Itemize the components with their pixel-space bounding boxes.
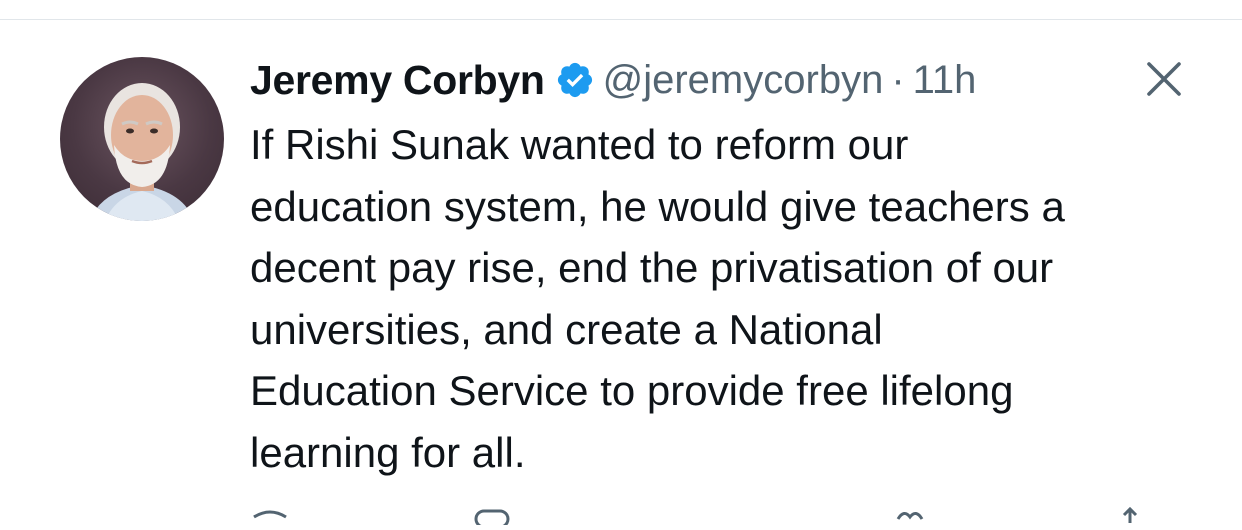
- author-name[interactable]: Jeremy Corbyn: [250, 57, 545, 104]
- reply-icon[interactable]: [250, 505, 290, 525]
- avatar-image: [90, 83, 194, 221]
- share-icon[interactable]: [1110, 505, 1150, 525]
- top-divider: [0, 19, 1242, 20]
- author-handle[interactable]: @jeremycorbyn: [603, 58, 884, 103]
- tweet-actions: [250, 505, 1150, 529]
- retweet-icon[interactable]: [472, 505, 512, 529]
- tweet-header: Jeremy Corbyn @jeremycorbyn · 11h: [250, 52, 976, 108]
- tweet-text: If Rishi Sunak wanted to reform our educ…: [250, 114, 1210, 483]
- tweet-text-line: education system, he would give teachers…: [250, 182, 1065, 230]
- close-icon[interactable]: [1144, 59, 1184, 99]
- tweet-timestamp[interactable]: 11h: [913, 58, 977, 103]
- tweet-text-line: learning for all.: [250, 428, 526, 476]
- avatar[interactable]: [60, 57, 224, 221]
- tweet-text-line: If Rishi Sunak wanted to reform our: [250, 121, 909, 168]
- separator-dot: ·: [891, 57, 905, 102]
- tweet-text-line: decent pay rise, end the privatisation o…: [250, 244, 1054, 291]
- verified-badge-icon: [555, 60, 595, 100]
- tweet-text-line: Education Service to provide free lifelo…: [250, 367, 1014, 414]
- tweet-text-line: universities, and create a National: [250, 305, 883, 353]
- like-icon[interactable]: [890, 505, 930, 525]
